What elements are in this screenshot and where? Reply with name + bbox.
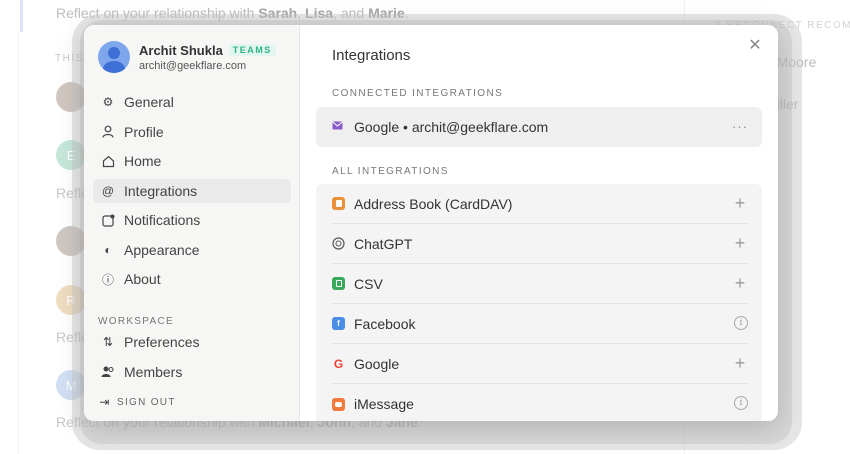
nav-label: Appearance — [124, 241, 200, 258]
nav-label: Profile — [124, 123, 164, 140]
integration-label: iMessage — [354, 396, 414, 412]
csv-icon — [332, 277, 345, 290]
profile-email: archit@geekflare.com — [139, 59, 247, 72]
page-title: Integrations — [332, 47, 411, 64]
avatar — [98, 41, 130, 73]
connected-header: CONNECTED INTEGRATIONS — [332, 88, 504, 99]
info-icon[interactable]: i — [734, 316, 748, 330]
nav-item-integrations[interactable]: @ Integrations — [93, 178, 291, 203]
profile-header: Archit Shukla TEAMS archit@geekflare.com — [98, 41, 276, 73]
teams-badge: TEAMS — [228, 44, 276, 56]
nav-label: Notifications — [124, 212, 201, 228]
at-icon: @ — [101, 183, 115, 198]
workspace-header: WORKSPACE — [98, 316, 174, 327]
integration-row-imessage[interactable]: iMessage i — [332, 384, 748, 421]
close-icon[interactable]: ✕ — [748, 38, 762, 54]
integrations-panel: ✕ Integrations CONNECTED INTEGRATIONS Go… — [300, 25, 778, 421]
nav-label: General — [124, 94, 174, 110]
imessage-icon — [332, 397, 345, 411]
nav-item-about[interactable]: ⓘ About — [93, 267, 291, 291]
sign-out-icon: ⇥ — [99, 395, 111, 409]
integration-label: Facebook — [354, 315, 416, 332]
sliders-icon: ⇅ — [102, 335, 114, 349]
integration-label: ChatGPT — [354, 235, 413, 252]
nav-label: Preferences — [124, 334, 200, 350]
info-icon[interactable]: i — [734, 396, 748, 410]
integration-row-address-book[interactable]: Address Book (CardDAV) + — [332, 184, 748, 224]
workspace-nav: ⇅ Preferences Members — [93, 330, 291, 389]
add-icon[interactable]: + — [732, 194, 748, 212]
chatgpt-icon — [332, 237, 345, 250]
info-icon: ⓘ — [101, 272, 114, 287]
address-book-icon — [332, 197, 345, 210]
all-integrations-header: ALL INTEGRATIONS — [332, 166, 449, 177]
integration-row-google[interactable]: G Google + — [332, 344, 748, 384]
connected-label: Google • archit@geekflare.com — [354, 119, 549, 135]
add-icon[interactable]: + — [732, 354, 748, 372]
integrations-list: Address Book (CardDAV) + ChatGPT + CSV +… — [316, 184, 762, 421]
nav-label: Integrations — [124, 182, 198, 199]
more-options-icon[interactable]: ··· — [732, 119, 748, 134]
members-icon — [100, 364, 116, 380]
contrast-icon: ◐ — [104, 242, 112, 257]
settings-nav: ⚙ General Profile Home @ Integrations Noti… — [93, 90, 291, 297]
person-icon — [100, 124, 116, 140]
integration-label: Address Book (CardDAV) — [354, 195, 513, 212]
add-icon[interactable]: + — [732, 234, 748, 252]
nav-item-home[interactable]: Home — [93, 149, 291, 173]
gear-icon: ⚙ — [102, 95, 114, 109]
add-icon[interactable]: + — [732, 274, 748, 292]
sign-out-button[interactable]: ⇥ SIGN OUT — [98, 394, 176, 410]
facebook-icon: f — [332, 317, 345, 330]
nav-item-profile[interactable]: Profile — [93, 120, 291, 144]
integration-label: CSV — [354, 275, 383, 292]
nav-item-notifications[interactable]: Notifications — [93, 208, 291, 232]
settings-sidebar: Archit Shukla TEAMS archit@geekflare.com … — [84, 25, 300, 421]
sign-out-label: SIGN OUT — [117, 396, 176, 408]
nav-label: Home — [124, 153, 162, 169]
integration-label: Google — [354, 355, 400, 372]
notification-icon — [100, 212, 116, 228]
nav-item-general[interactable]: ⚙ General — [93, 90, 291, 114]
nav-label: Members — [124, 363, 183, 380]
nav-item-appearance[interactable]: ◐ Appearance — [93, 238, 291, 262]
connected-integration-google[interactable]: Google • archit@geekflare.com ··· — [316, 107, 762, 147]
integration-row-chatgpt[interactable]: ChatGPT + — [332, 224, 748, 264]
nav-item-members[interactable]: Members — [93, 360, 291, 384]
integration-row-facebook[interactable]: f Facebook i — [332, 304, 748, 344]
settings-modal: Archit Shukla TEAMS archit@geekflare.com … — [84, 25, 778, 421]
home-icon — [100, 153, 116, 169]
profile-name: Archit Shukla — [139, 42, 223, 58]
integration-row-csv[interactable]: CSV + — [332, 264, 748, 304]
nav-label: About — [124, 271, 161, 287]
google-icon: G — [333, 356, 344, 371]
mail-icon — [332, 121, 345, 134]
nav-item-preferences[interactable]: ⇅ Preferences — [93, 330, 291, 354]
